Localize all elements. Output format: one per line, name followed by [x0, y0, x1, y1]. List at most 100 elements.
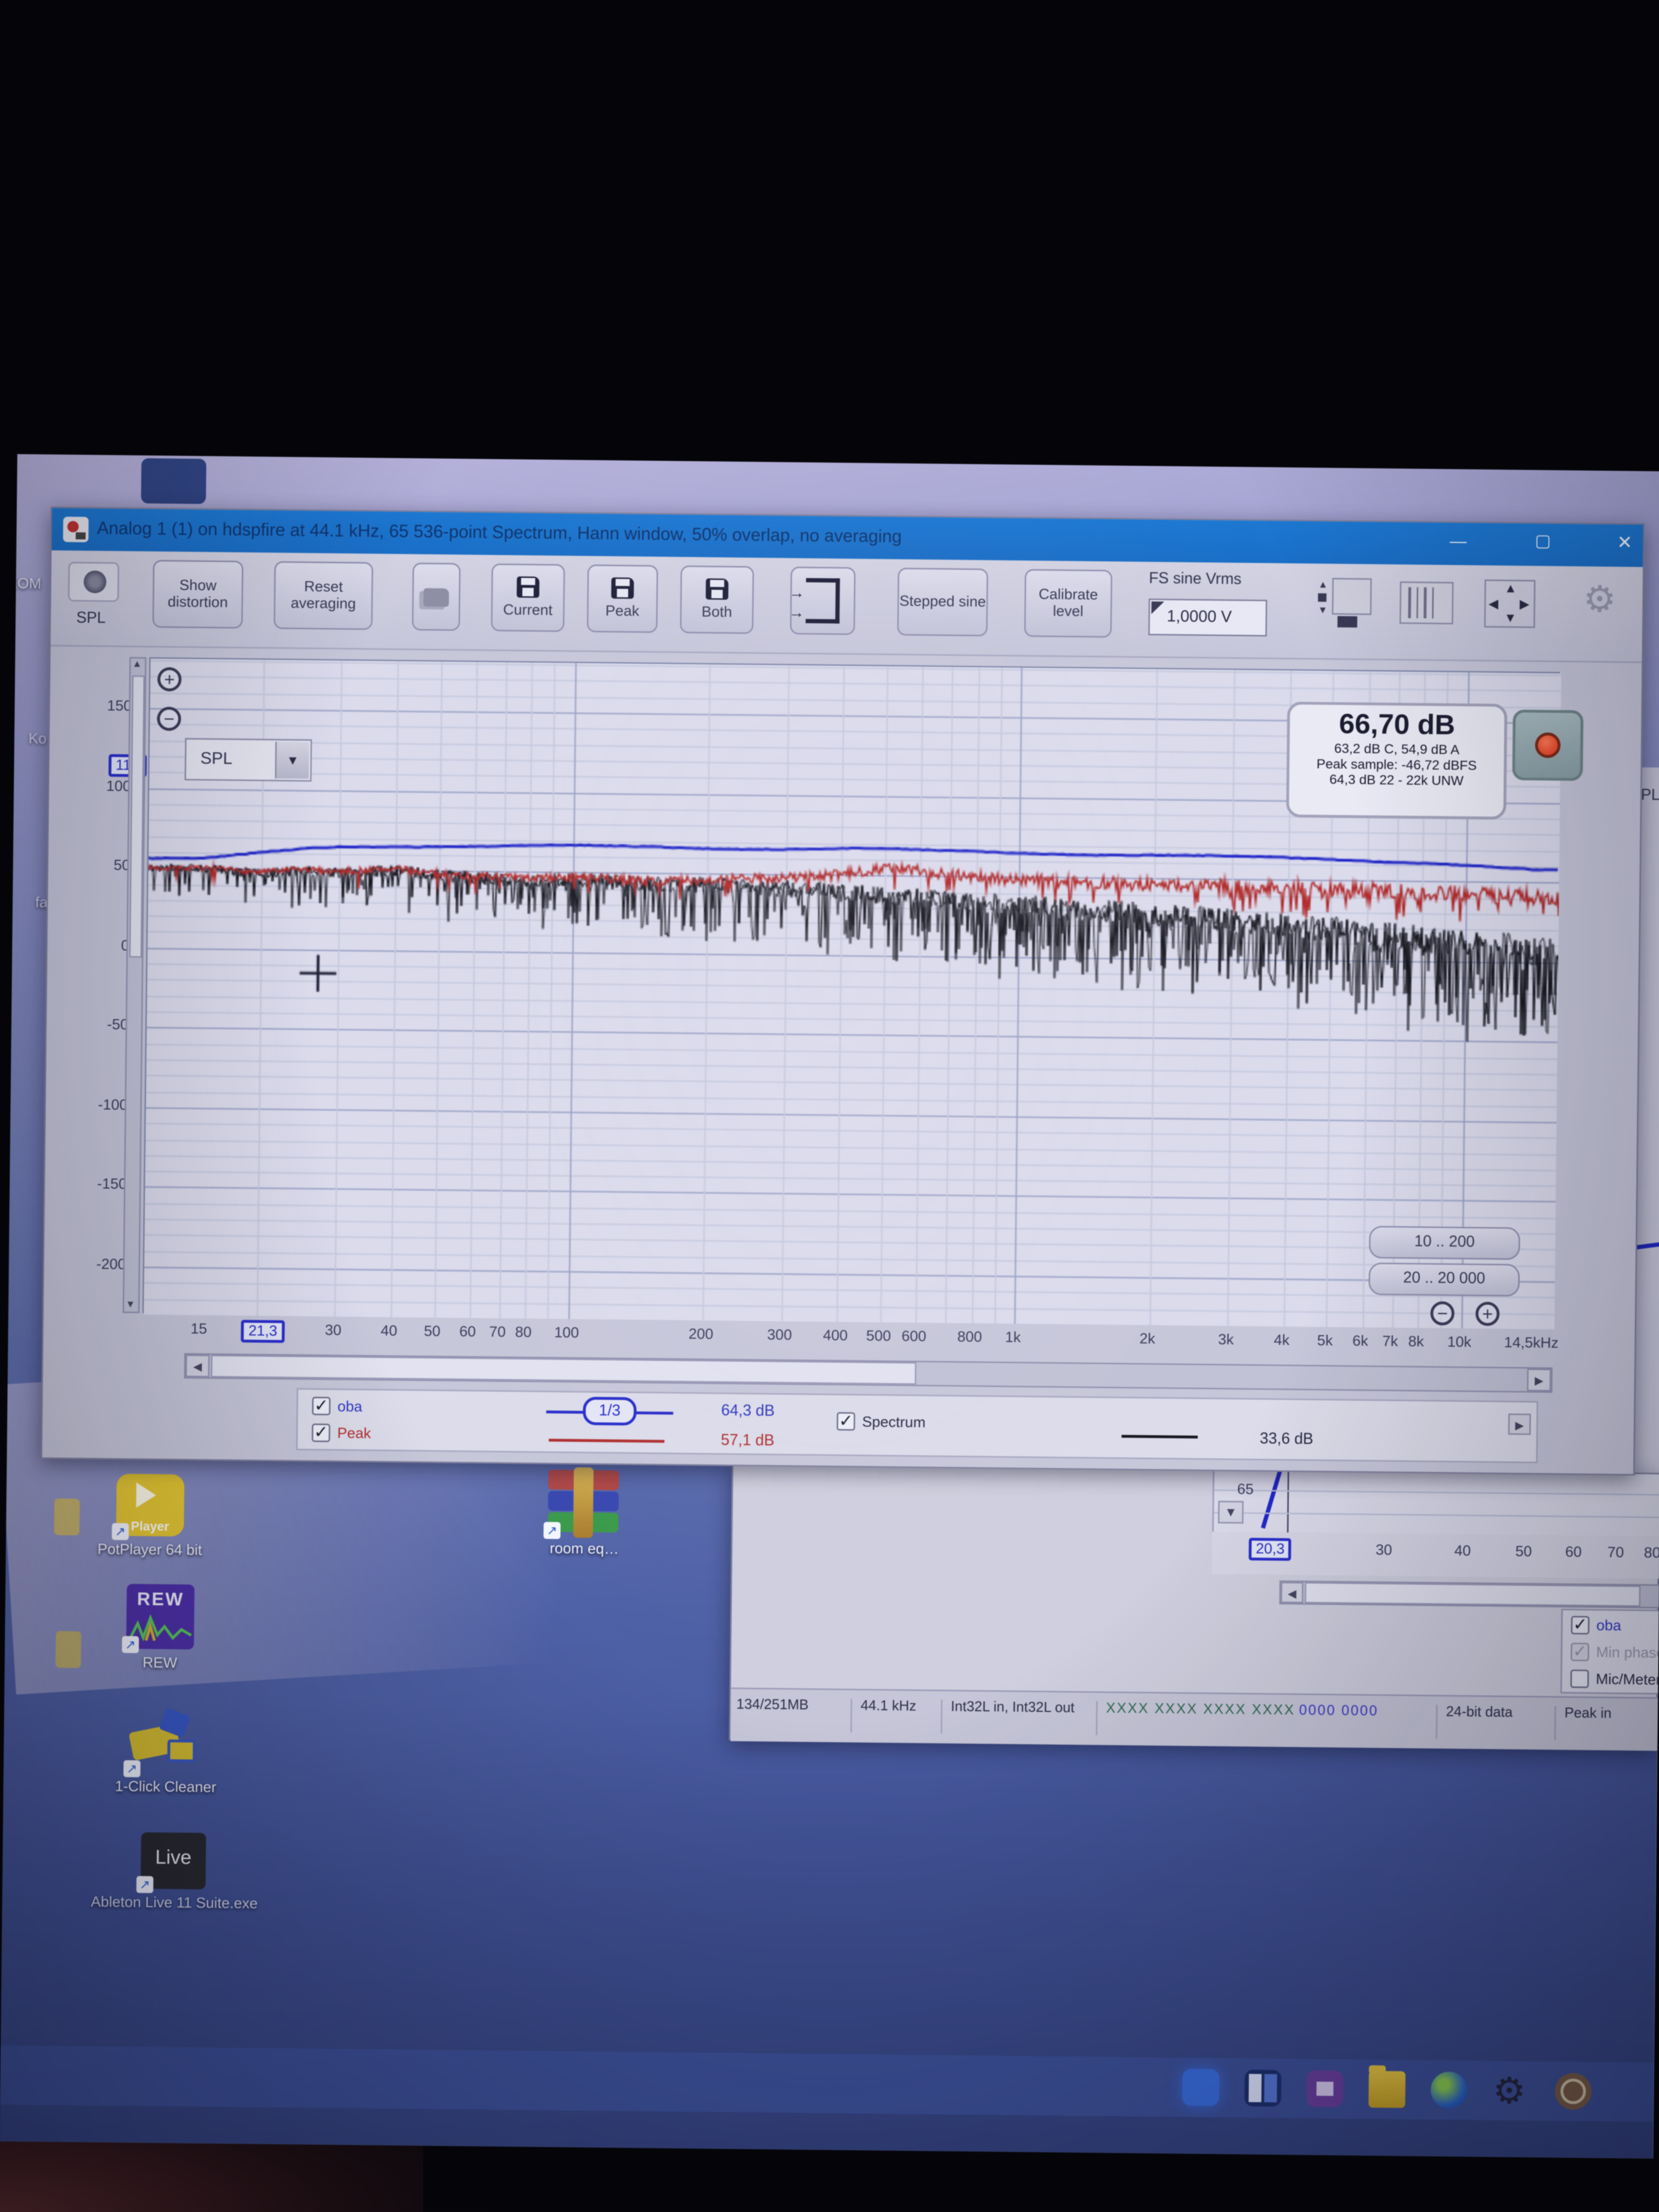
bw-micmeter-checkbox[interactable]: [1570, 1669, 1589, 1688]
x-tick: 10k: [1428, 1334, 1490, 1351]
bw-cursor-readout: 20,3: [1249, 1538, 1292, 1561]
calibrate-level-button[interactable]: Calibrate level: [1024, 569, 1113, 637]
settings-gear-taskbar-icon[interactable]: ⚙: [1493, 2072, 1530, 2109]
oba-checkbox[interactable]: ✓: [312, 1397, 331, 1415]
record-button[interactable]: [1512, 709, 1583, 781]
rew-icon[interactable]: REW ↗: [126, 1584, 195, 1650]
plot-h-scrollbar[interactable]: ◀ ▶: [184, 1353, 1553, 1392]
main-window: Analog 1 (1) on hdspfire at 44.1 kHz, 65…: [41, 507, 1645, 1476]
toolbar: SPL Show distortion Reset averaging Curr…: [50, 550, 1643, 663]
winrar-archive-icon[interactable]: ↗: [548, 1470, 619, 1536]
x-zoom-out-button[interactable]: −: [1430, 1301, 1454, 1325]
start-taskbar-icon[interactable]: [1182, 2069, 1220, 2106]
pan-arrows-icon[interactable]: ▲ ▼ ◀ ▶: [1484, 579, 1535, 628]
ableton-icon-text: Live: [141, 1845, 206, 1868]
maximize-button[interactable]: ▢: [1519, 531, 1567, 556]
mini-desktop-icon[interactable]: [54, 1498, 80, 1535]
bands-icon[interactable]: [1400, 582, 1454, 624]
bw-x-tick: 80: [1621, 1544, 1659, 1562]
settings-gear-icon[interactable]: ⚙: [1583, 578, 1616, 622]
range-20-20000-button[interactable]: 20 .. 20 000: [1369, 1262, 1520, 1296]
save-peak-label: Peak: [605, 603, 639, 620]
shortcut-arrow-icon: ↗: [544, 1522, 561, 1539]
y-tick: -150: [84, 1176, 127, 1194]
bw-cursor-line: [1287, 1470, 1289, 1532]
scroll-left-arrow[interactable]: ◀: [1280, 1582, 1304, 1603]
show-distortion-button[interactable]: Show distortion: [153, 560, 244, 629]
camera-icon[interactable]: [68, 562, 119, 602]
scrollbar-thumb[interactable]: [129, 675, 145, 957]
scroll-up-arrow[interactable]: ▲: [132, 660, 142, 670]
spectrum-line-sample: [1121, 1435, 1198, 1438]
desktop-tile-icon[interactable]: [141, 458, 206, 504]
bw-gridline: [1214, 1489, 1659, 1496]
edge-browser-taskbar-icon[interactable]: [1431, 2072, 1468, 2109]
scroll-left-arrow[interactable]: ◀: [185, 1355, 210, 1378]
one-click-cleaner-icon[interactable]: ↗: [128, 1708, 202, 1774]
scroll-right-arrow[interactable]: ▶: [1527, 1369, 1551, 1392]
io-routing-button[interactable]: → →: [790, 567, 856, 635]
legend-right-arrow[interactable]: ▶: [1508, 1414, 1531, 1435]
play-icon: [136, 1482, 156, 1508]
stepped-sine-button[interactable]: Stepped sine: [897, 568, 988, 636]
bw-h-scrollbar[interactable]: ◀: [1279, 1581, 1659, 1609]
peak-line-sample: [549, 1439, 664, 1443]
level-line2: 63,2 dB C, 54,9 dB A: [1290, 741, 1504, 759]
y-tick: 150: [89, 698, 132, 715]
x-zoom-in-button[interactable]: +: [1475, 1302, 1499, 1326]
scrollbar-thumb[interactable]: [211, 1355, 916, 1385]
window-title: Analog 1 (1) on hdspfire at 44.1 kHz, 65…: [97, 518, 902, 546]
monitor-screen: KOM Ko favo Player ↗ PotPlayer 64 bit ↗ …: [0, 454, 1659, 2159]
clock-compass-taskbar-icon[interactable]: [1555, 2073, 1592, 2110]
y-tick: -100: [85, 1097, 127, 1114]
task-view-taskbar-icon[interactable]: [1244, 2069, 1282, 2107]
shortcut-arrow-icon: ↗: [122, 1636, 139, 1653]
x-cursor-readout: 21,3: [241, 1320, 285, 1343]
scrollbar-thumb[interactable]: [1305, 1582, 1640, 1607]
spectrum-label: Spectrum: [862, 1414, 926, 1431]
bw-minphase-label: Min phase: [1596, 1644, 1659, 1662]
x-tick: 300: [748, 1327, 810, 1344]
chevron-down-icon[interactable]: ▼: [275, 742, 309, 778]
x-tick: 2k: [1116, 1330, 1178, 1348]
octave-selector[interactable]: 1/3: [583, 1397, 636, 1425]
rew-label[interactable]: REW: [103, 1654, 216, 1674]
plot-area[interactable]: + − SPL ▼ 66,70 dB 63,2 dB C, 54,9 dB A …: [143, 657, 1560, 1328]
bw-minphase-checkbox[interactable]: ✓: [1571, 1643, 1589, 1661]
save-current-button[interactable]: Current: [491, 563, 565, 632]
save-both-button[interactable]: Both: [680, 566, 754, 634]
fs-sine-input[interactable]: 1,0000 V: [1148, 599, 1267, 636]
curve-select-combo[interactable]: SPL ▼: [185, 738, 312, 782]
status-hex-green: XXXX XXXX XXXX XXXX: [1106, 1701, 1295, 1719]
file-explorer-taskbar-icon[interactable]: [1368, 2071, 1406, 2108]
peak-checkbox[interactable]: ✓: [312, 1424, 330, 1442]
pan-control-icon[interactable]: ▲ ▼: [1315, 578, 1372, 629]
media-taskbar-icon[interactable]: [1306, 2070, 1344, 2108]
close-button[interactable]: ✕: [1600, 532, 1649, 557]
potplayer-icon[interactable]: Player ↗: [116, 1474, 185, 1536]
status-bitdepth: 24-bit data: [1436, 1705, 1543, 1740]
spectrum-checkbox[interactable]: ✓: [837, 1412, 855, 1431]
fs-sine-value: 1,0000 V: [1167, 608, 1232, 626]
archive-label[interactable]: room eq…: [516, 1540, 652, 1560]
ableton-label[interactable]: Ableton Live 11 Suite.exe: [81, 1894, 268, 1914]
mini-desktop-icon[interactable]: [55, 1631, 81, 1668]
potplayer-label[interactable]: PotPlayer 64 bit: [59, 1541, 240, 1561]
minimize-button[interactable]: —: [1434, 531, 1482, 557]
zoom-out-button[interactable]: −: [157, 707, 181, 731]
floppy-icon: [706, 578, 729, 600]
bw-dropdown-button[interactable]: ▼: [1218, 1501, 1244, 1524]
ableton-live-icon[interactable]: Live ↗: [140, 1832, 206, 1889]
open-file-button[interactable]: [412, 563, 461, 631]
save-peak-button[interactable]: Peak: [587, 565, 658, 633]
bw-oba-checkbox[interactable]: ✓: [1571, 1616, 1589, 1634]
reset-averaging-button[interactable]: Reset averaging: [274, 561, 373, 630]
scroll-down-arrow[interactable]: ▼: [126, 1300, 136, 1310]
status-format: Int32L in, Int32L out: [951, 1700, 1098, 1735]
status-memory: 134/251MB: [736, 1697, 852, 1733]
legend-panel: ✓ oba ✓ Peak 1/3 64,3 dB 57,1 dB ✓ Spect…: [296, 1388, 1538, 1463]
cleaner-label[interactable]: 1-Click Cleaner: [82, 1778, 249, 1798]
zoom-in-button[interactable]: +: [157, 667, 182, 691]
y-tick: 50: [88, 857, 130, 874]
range-10-200-button[interactable]: 10 .. 200: [1369, 1226, 1520, 1260]
